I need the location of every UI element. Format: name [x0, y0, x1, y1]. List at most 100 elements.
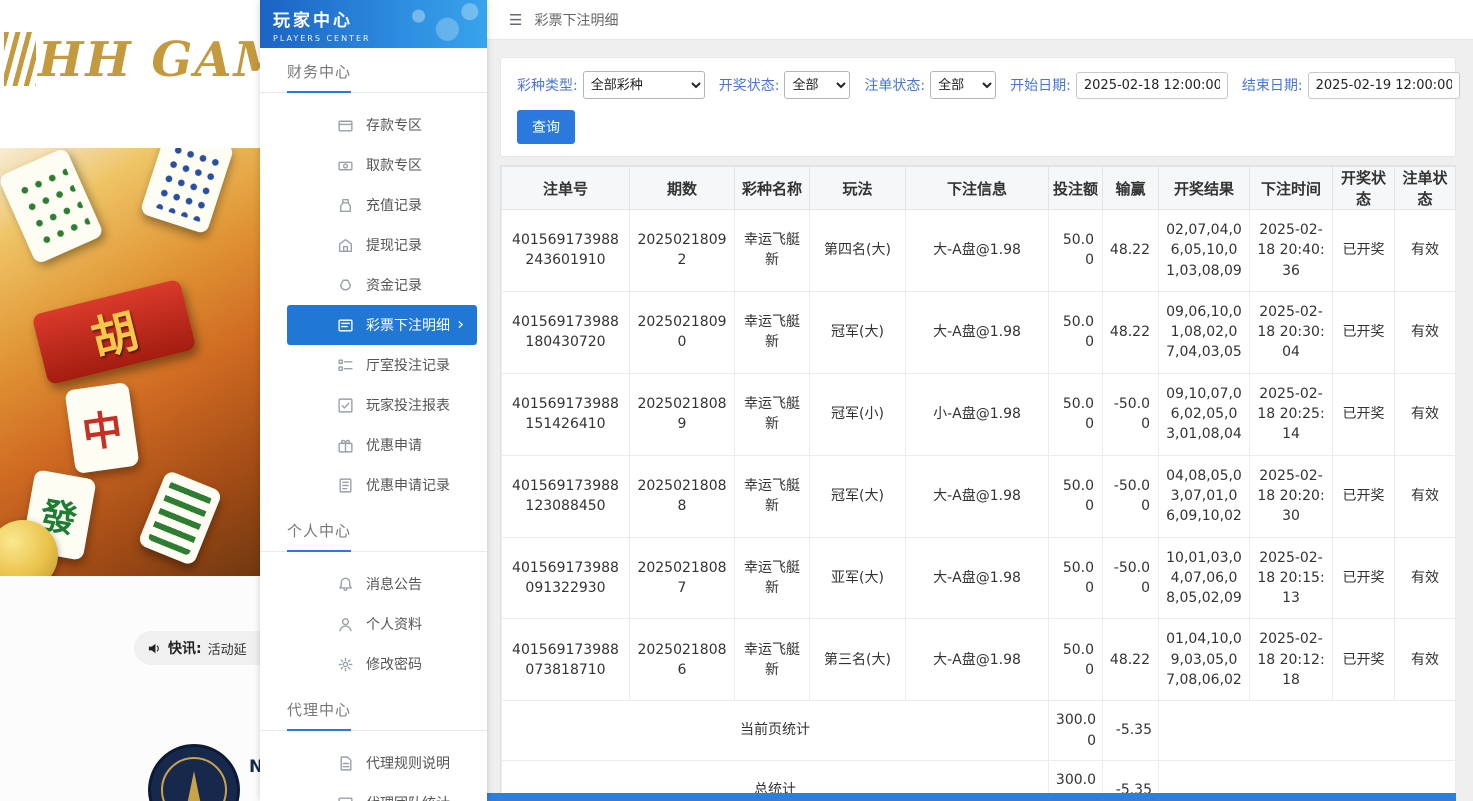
ticker-label: 快讯: — [168, 638, 202, 658]
cell-play: 冠军(大) — [810, 455, 906, 537]
sidebar-item-label: 优惠申请 — [366, 435, 422, 455]
cell-bet_info: 大-A盘@1.98 — [906, 291, 1049, 373]
cell-amount: 50.00 — [1049, 455, 1103, 537]
report-icon — [337, 397, 354, 414]
section-title: 个人中心 — [287, 520, 351, 541]
cashout-icon — [337, 237, 354, 254]
chart-icon — [337, 795, 354, 801]
cell-period: 20250218087 — [630, 537, 735, 619]
menu-icon[interactable] — [509, 11, 522, 29]
topbar: 彩票下注明细 — [487, 0, 1473, 40]
sidebar-item-bell[interactable]: 消息公告 — [287, 564, 477, 604]
gear-icon — [337, 656, 354, 673]
cell-bet_no: 401569173988151426410 — [502, 373, 630, 455]
cell-period: 20250218092 — [630, 210, 735, 292]
sidebar-item-label: 修改密码 — [366, 654, 422, 674]
promo-record-icon — [337, 477, 354, 494]
ticker-text: 活动延 — [208, 639, 247, 658]
cell-time: 2025-02-18 20:12:18 — [1250, 619, 1333, 701]
section-title: 财务中心 — [287, 61, 351, 82]
cell-bet_info: 大-A盘@1.98 — [906, 537, 1049, 619]
ribbon-character: 胡 — [84, 294, 145, 369]
search-button[interactable]: 查询 — [517, 110, 575, 144]
sidebar-item-recharge[interactable]: 充值记录 — [287, 185, 477, 225]
bets-table-card: 注单号期数彩种名称玩法下注信息投注额输赢开奖结果下注时间开奖状态注单状态4015… — [500, 165, 1456, 801]
cell-amount: 50.00 — [1049, 373, 1103, 455]
recharge-icon — [337, 197, 354, 214]
lottery-type-select[interactable]: 全部彩种 — [583, 71, 705, 99]
column-header: 下注信息 — [906, 167, 1049, 210]
sidebar-section-header: 财务中心 — [260, 48, 487, 93]
bet-status-select[interactable]: 全部 — [930, 71, 996, 99]
column-header: 开奖状态 — [1333, 167, 1395, 210]
cell-result: 02,07,04,06,05,10,01,03,08,09 — [1159, 210, 1250, 292]
sidebar-item-lottery-bets[interactable]: 彩票下注明细 — [287, 305, 477, 345]
cell-bet_no: 401569173988243601910 — [502, 210, 630, 292]
column-header: 彩种名称 — [735, 167, 810, 210]
mahjong-tile — [139, 148, 234, 235]
table-row: 40156917398809132293020250218087幸运飞艇新亚军(… — [502, 537, 1456, 619]
sidebar-item-label: 充值记录 — [366, 195, 422, 215]
sidebar-item-withdraw[interactable]: 取款专区 — [287, 145, 477, 185]
start-date-input[interactable] — [1076, 72, 1228, 99]
tile-pattern — [148, 480, 213, 556]
cell-bet_status: 有效 — [1395, 210, 1456, 292]
cell-winloss: -50.00 — [1103, 455, 1159, 537]
cell-play: 第四名(大) — [810, 210, 906, 292]
table-row: 40156917398807381871020250218086幸运飞艇新第三名… — [502, 619, 1456, 701]
cell-result: 09,06,10,01,08,02,07,04,03,05 — [1159, 291, 1250, 373]
cell-winloss: -50.00 — [1103, 537, 1159, 619]
sidebar-title: 玩家中心 — [273, 6, 487, 31]
cell-winloss: 48.22 — [1103, 210, 1159, 292]
cell-lottery: 幸运飞艇新 — [735, 291, 810, 373]
end-date-label: 结束日期: — [1242, 75, 1303, 95]
cell-play: 冠军(大) — [810, 291, 906, 373]
cell-period: 20250218090 — [630, 291, 735, 373]
cell-bet_status: 有效 — [1395, 455, 1456, 537]
sidebar-item-chart[interactable]: 代理团队统计 — [287, 783, 477, 801]
promo-image: 胡 中 發 — [0, 148, 260, 576]
sidebar-item-promo[interactable]: 优惠申请 — [287, 425, 477, 465]
sidebar-sections: 财务中心存款专区取款专区充值记录提现记录资金记录彩票下注明细厅室投注记录玩家投注… — [260, 48, 487, 801]
cell-bet_info: 大-A盘@1.98 — [906, 455, 1049, 537]
sidebar-item-doc[interactable]: 代理规则说明 — [287, 743, 477, 783]
promo-icon — [337, 437, 354, 454]
cell-draw_status: 已开奖 — [1333, 537, 1395, 619]
sidebar-item-gear[interactable]: 修改密码 — [287, 644, 477, 684]
lottery-bets-icon — [337, 317, 354, 334]
deposit-icon — [337, 117, 354, 134]
cell-bet_no: 401569173988123088450 — [502, 455, 630, 537]
badge-text: N — [249, 757, 260, 777]
column-header: 开奖结果 — [1159, 167, 1250, 210]
column-header: 注单号 — [502, 167, 630, 210]
sidebar-item-label: 彩票下注明细 — [366, 315, 450, 335]
cell-draw_status: 已开奖 — [1333, 373, 1395, 455]
sidebar-item-funds[interactable]: 资金记录 — [287, 265, 477, 305]
summary-amount: 300.00 — [1049, 701, 1103, 761]
section-title: 代理中心 — [287, 699, 351, 720]
sidebar-section-header: 个人中心 — [260, 507, 487, 552]
hall-bets-icon — [337, 357, 354, 374]
sidebar-item-hall-bets[interactable]: 厅室投注记录 — [287, 345, 477, 385]
column-header: 注单状态 — [1395, 167, 1456, 210]
page-title: 彩票下注明细 — [534, 10, 618, 30]
tile-pattern — [150, 148, 224, 223]
sidebar-item-label: 玩家投注报表 — [366, 395, 450, 415]
sidebar-item-cashout[interactable]: 提现记录 — [287, 225, 477, 265]
column-header: 投注额 — [1049, 167, 1103, 210]
sidebar-item-deposit[interactable]: 存款专区 — [287, 105, 477, 145]
cell-amount: 50.00 — [1049, 537, 1103, 619]
bets-table: 注单号期数彩种名称玩法下注信息投注额输赢开奖结果下注时间开奖状态注单状态4015… — [501, 166, 1456, 801]
draw-status-select[interactable]: 全部 — [784, 71, 850, 99]
cell-result: 04,08,05,03,07,01,06,09,10,02 — [1159, 455, 1250, 537]
sidebar-item-user[interactable]: 个人资料 — [287, 604, 477, 644]
cell-period: 20250218088 — [630, 455, 735, 537]
column-header: 玩法 — [810, 167, 906, 210]
cell-bet_no: 401569173988180430720 — [502, 291, 630, 373]
sidebar-item-promo-record[interactable]: 优惠申请记录 — [287, 465, 477, 505]
doc-icon — [337, 755, 354, 772]
sidebar-item-label: 厅室投注记录 — [366, 355, 450, 375]
sidebar-item-report[interactable]: 玩家投注报表 — [287, 385, 477, 425]
sidebar-item-label: 提现记录 — [366, 235, 422, 255]
end-date-input[interactable] — [1308, 72, 1460, 99]
